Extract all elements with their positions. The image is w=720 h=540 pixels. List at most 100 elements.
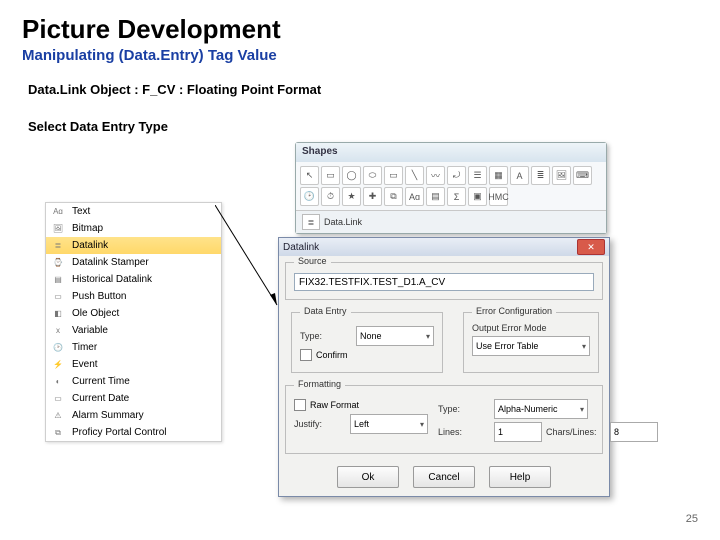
lines-label: Lines: xyxy=(438,427,490,437)
page-number: 25 xyxy=(686,513,698,525)
confirm-checkbox[interactable] xyxy=(300,349,312,361)
shapes-toolbox: Shapes ↖▭◯⬭▭╲〰⤾☰▦A≣🖼⌨🕑⏱★✚⧉Aɑ▤Σ▣HMC ≣ Dat… xyxy=(295,142,607,234)
type-label: Type: xyxy=(300,331,352,341)
formatting-group: Formatting Raw Format Justify: Left Type… xyxy=(285,385,603,454)
error-config-group-label: Error Configuration xyxy=(472,306,556,316)
toolbox-footer[interactable]: ≣ Data.Link xyxy=(296,210,606,233)
type-select[interactable]: None xyxy=(356,326,434,346)
menu-item-label: Datalink Stamper xyxy=(72,257,149,268)
tool-button[interactable]: ▦ xyxy=(489,166,508,185)
chars-input[interactable] xyxy=(610,422,658,442)
menu-item-icon: 🖼 xyxy=(50,222,66,236)
data-entry-group: Data Entry Type: None Confirm xyxy=(291,312,443,373)
menu-item-label: Variable xyxy=(72,325,108,336)
raw-format-checkbox[interactable] xyxy=(294,399,306,411)
menu-item[interactable]: ⚡Event xyxy=(46,356,221,373)
menu-item[interactable]: ⧉Proficy Portal Control xyxy=(46,424,221,441)
help-button[interactable]: Help xyxy=(489,466,551,488)
menu-item-label: Timer xyxy=(72,342,97,353)
menu-item-icon: ≣ xyxy=(50,239,66,253)
ok-button[interactable]: Ok xyxy=(337,466,399,488)
tool-button[interactable]: ⏱ xyxy=(321,187,340,206)
menu-item[interactable]: 🖼 Bitmap xyxy=(46,220,221,237)
tool-button[interactable]: ⧉ xyxy=(384,187,403,206)
menu-item-icon: ⌚ xyxy=(50,256,66,270)
tool-button[interactable]: HMC xyxy=(489,187,508,206)
menu-item-icon: Aɑ xyxy=(50,205,66,219)
menu-item-label: Ole Object xyxy=(72,308,119,319)
insert-menu: Aɑ Text 🖼 Bitmap ≣ Datalink ⌚ Datalink Stamper ▤… xyxy=(45,202,222,442)
tool-button[interactable]: Σ xyxy=(447,187,466,206)
justify-label: Justify: xyxy=(294,419,346,429)
menu-item-icon: ◧ xyxy=(50,307,66,321)
tool-button[interactable]: A xyxy=(510,166,529,185)
tool-button[interactable]: 🕑 xyxy=(300,187,319,206)
menu-item[interactable]: ◐Current Time xyxy=(46,373,221,390)
menu-item-label: Historical Datalink xyxy=(72,274,152,285)
output-error-select[interactable]: Use Error Table xyxy=(472,336,590,356)
tool-button[interactable]: ☰ xyxy=(468,166,487,185)
menu-item[interactable]: ▭Current Date xyxy=(46,390,221,407)
chars-label: Chars/Lines: xyxy=(546,427,606,437)
raw-format-label: Raw Format xyxy=(310,400,359,410)
close-button[interactable]: ✕ xyxy=(577,239,605,255)
menu-item-label: Event xyxy=(72,359,98,370)
tool-button[interactable]: ▣ xyxy=(468,187,487,206)
output-error-label: Output Error Mode xyxy=(472,323,590,333)
slide-subtitle: Manipulating (Data.Entry) Tag Value xyxy=(22,47,698,64)
tool-button[interactable]: ↖ xyxy=(300,166,319,185)
tool-button[interactable]: ⤾ xyxy=(447,166,466,185)
menu-item-icon: ⚠ xyxy=(50,409,66,423)
menu-item-icon: ⧉ xyxy=(50,426,66,440)
menu-item[interactable]: ◧ Ole Object xyxy=(46,305,221,322)
data-entry-group-label: Data Entry xyxy=(300,306,351,316)
menu-item[interactable]: 🕑 Timer xyxy=(46,339,221,356)
tool-button[interactable]: 🖼 xyxy=(552,166,571,185)
justify-select[interactable]: Left xyxy=(350,414,428,434)
menu-item[interactable]: x Variable xyxy=(46,322,221,339)
tool-button[interactable]: 〰 xyxy=(426,166,445,185)
cancel-button[interactable]: Cancel xyxy=(413,466,475,488)
slide-title: Picture Development xyxy=(22,14,698,45)
formatting-group-label: Formatting xyxy=(294,379,345,389)
menu-item-icon: ▭ xyxy=(50,290,66,304)
dialog-titlebar: Datalink ✕ xyxy=(279,238,609,256)
tool-button[interactable]: ▤ xyxy=(426,187,445,206)
tool-button[interactable]: ⬭ xyxy=(363,166,382,185)
toolbox-header: Shapes xyxy=(296,143,606,162)
menu-item-label: Datalink xyxy=(72,240,108,251)
lines-input[interactable] xyxy=(494,422,542,442)
menu-item-icon: x xyxy=(50,324,66,338)
menu-item[interactable]: Aɑ Text xyxy=(46,203,221,220)
tool-button[interactable]: ▭ xyxy=(384,166,403,185)
tool-button[interactable]: ▭ xyxy=(321,166,340,185)
dialog-button-row: Ok Cancel Help xyxy=(279,460,609,496)
menu-item[interactable]: ▤ Historical Datalink xyxy=(46,271,221,288)
menu-item-icon: ◐ xyxy=(50,375,66,389)
menu-item[interactable]: ⚠ Alarm Summary xyxy=(46,407,221,424)
menu-item-label: Alarm Summary xyxy=(72,410,144,421)
menu-item-label: Text xyxy=(72,206,90,217)
menu-item[interactable]: ≣ Datalink xyxy=(46,237,221,254)
tool-button[interactable]: ⌨ xyxy=(573,166,592,185)
tool-button[interactable]: ✚ xyxy=(363,187,382,206)
tool-button[interactable]: ◯ xyxy=(342,166,361,185)
menu-item-icon: ▤ xyxy=(50,273,66,287)
tool-button[interactable]: ╲ xyxy=(405,166,424,185)
format-type-select[interactable]: Alpha-Numeric xyxy=(494,399,588,419)
dialog-title-text: Datalink xyxy=(283,242,319,253)
menu-item[interactable]: ▭Push Button xyxy=(46,288,221,305)
datalink-dialog: Datalink ✕ Source Data Entry Type: None … xyxy=(278,237,610,497)
menu-item[interactable]: ⌚ Datalink Stamper xyxy=(46,254,221,271)
tool-button[interactable]: ★ xyxy=(342,187,361,206)
menu-item-label: Bitmap xyxy=(72,223,103,234)
source-group-label: Source xyxy=(294,256,331,266)
source-input[interactable] xyxy=(294,273,594,291)
tool-button[interactable]: ≣ xyxy=(531,166,550,185)
menu-item-icon: 🕑 xyxy=(50,341,66,355)
tool-button[interactable]: Aɑ xyxy=(405,187,424,206)
menu-item-label: Current Date xyxy=(72,393,129,404)
pointer-arrow-icon xyxy=(215,205,285,315)
select-entry-line: Select Data Entry Type xyxy=(28,119,698,134)
datalink-icon: ≣ xyxy=(302,214,320,230)
